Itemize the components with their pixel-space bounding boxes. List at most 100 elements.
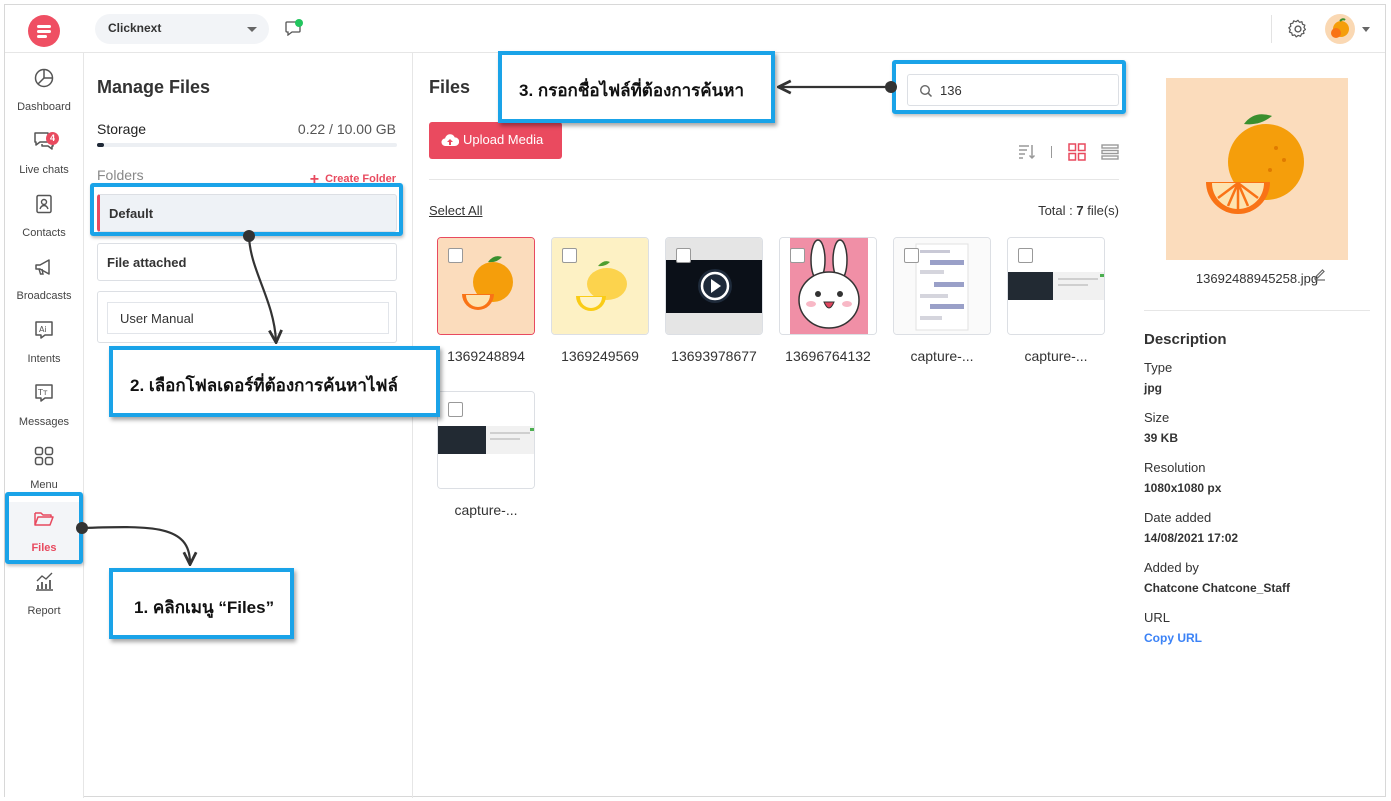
folder-label: User Manual: [107, 302, 389, 334]
chevron-down-icon: [247, 27, 257, 32]
file-tile[interactable]: [437, 391, 535, 489]
divider: [429, 179, 1119, 180]
text-message-icon: Tт: [35, 384, 53, 402]
page-title: Manage Files: [97, 77, 211, 97]
detail-value-resolution: 1080x1080 px: [1144, 481, 1222, 495]
total-count: Total : 7 file(s): [1038, 203, 1119, 218]
detail-value-type: jpg: [1144, 381, 1162, 395]
megaphone-icon: [35, 259, 50, 275]
upload-label: Upload Media: [463, 132, 544, 147]
detail-label-resolution: Resolution: [1144, 460, 1206, 475]
sidebar-item-label: Menu: [30, 479, 58, 491]
workspace-name: Clicknext: [108, 21, 162, 35]
online-status-dot: [295, 19, 303, 27]
file-tile[interactable]: [551, 237, 649, 335]
file-name: 1369249569: [561, 348, 639, 364]
sidebar-item-broadcasts[interactable]: Broadcasts: [5, 250, 83, 310]
chevron-down-icon[interactable]: [1362, 27, 1370, 32]
storage-progress-bar: [97, 143, 397, 147]
detail-value-added-by: Chatcone Chatcone_Staff: [1144, 581, 1291, 595]
divider: [1144, 310, 1370, 311]
files-title: Files: [429, 77, 471, 97]
file-checkbox[interactable]: [790, 248, 805, 263]
sidebar-item-menu[interactable]: Menu: [5, 439, 83, 499]
file-name: capture-...: [454, 502, 518, 518]
file-checkbox[interactable]: [1018, 248, 1033, 263]
sort-icon[interactable]: [1017, 142, 1037, 162]
highlight-files-menu: [5, 492, 83, 564]
pie-chart-icon: [34, 68, 54, 88]
select-all-link[interactable]: Select All: [429, 203, 482, 218]
cloud-upload-icon: [441, 134, 459, 147]
storage-label: Storage: [97, 121, 147, 137]
highlight-default-folder: [90, 183, 403, 236]
sidebar-item-contacts[interactable]: Contacts: [5, 187, 83, 247]
file-checkbox[interactable]: [448, 402, 463, 417]
folder-panel: Manage Files Storage 0.22 / 10.00 GB Fol…: [85, 53, 413, 798]
storage-progress-fill: [97, 143, 104, 147]
file-name: 1369248894: [447, 348, 525, 364]
detail-label-url: URL: [1144, 610, 1171, 625]
files-area: Files 136 Upload Media Select All Total …: [414, 53, 1127, 798]
storage-value: 0.22 / 10.00 GB: [297, 121, 396, 137]
step3-callout: 3. กรอกชื่อไฟล์ที่ต้องการค้นหา: [498, 51, 775, 123]
detail-value-size: 39 KB: [1144, 431, 1179, 445]
bar-chart-icon: [36, 572, 53, 591]
folder-item-file-attached[interactable]: File attached: [97, 243, 397, 281]
detail-value-date-added: 14/08/2021 17:02: [1144, 531, 1239, 545]
orange-preview-image: [1206, 114, 1304, 214]
folder-item-user-manual[interactable]: User Manual: [97, 291, 397, 343]
detail-label-size: Size: [1144, 410, 1170, 425]
file-tile[interactable]: [779, 237, 877, 335]
sidebar-item-live-chats[interactable]: 4 Live chats: [5, 124, 83, 184]
file-name: 13693978677: [671, 348, 757, 364]
step1-callout: 1. คลิกเมนู “Files”: [109, 568, 294, 639]
file-preview: [1166, 78, 1348, 260]
sidebar-item-messages[interactable]: Tт Messages: [5, 376, 83, 436]
file-checkbox[interactable]: [676, 248, 691, 263]
gear-icon[interactable]: [1287, 18, 1309, 40]
sidebar-item-report[interactable]: Report: [5, 565, 83, 625]
sidebar-item-intents[interactable]: Ai Intents: [5, 313, 83, 373]
total-suffix: file(s): [1083, 203, 1119, 218]
file-name: capture-...: [910, 348, 974, 364]
sidebar-item-label: Report: [27, 605, 61, 617]
detail-label-date-added: Date added: [1144, 510, 1212, 525]
description-title: Description: [1144, 331, 1227, 348]
file-checkbox[interactable]: [904, 248, 919, 263]
app-logo-icon[interactable]: [28, 15, 60, 47]
unread-badge: 4: [46, 132, 60, 145]
detail-label-added-by: Added by: [1144, 560, 1199, 575]
sidebar-item-label: Dashboard: [17, 101, 71, 113]
file-name: 13696764132: [785, 348, 871, 364]
grid-view-icon[interactable]: [1067, 142, 1087, 162]
total-number: 7: [1076, 203, 1084, 218]
sidebar-item-label: Intents: [27, 353, 61, 365]
sidebar-item-dashboard[interactable]: Dashboard: [5, 61, 83, 121]
sidebar-item-label: Messages: [18, 416, 70, 428]
svg-text:Ai: Ai: [39, 325, 47, 334]
file-detail-panel: 13692488945258.jpg Description Type jpg …: [1128, 53, 1386, 798]
file-tile[interactable]: [1007, 237, 1105, 335]
folder-label: File attached: [107, 255, 187, 270]
file-checkbox[interactable]: [562, 248, 577, 263]
detail-label-type: Type: [1144, 360, 1173, 375]
file-tile[interactable]: [665, 237, 763, 335]
list-view-icon[interactable]: [1100, 142, 1120, 162]
highlight-search-input: [892, 60, 1126, 114]
file-tile[interactable]: [893, 237, 991, 335]
sidebar-item-label: Broadcasts: [16, 290, 72, 302]
sidebar: Dashboard 4 Live chats Contacts Broadcas…: [5, 53, 84, 798]
ai-icon: Ai: [35, 321, 53, 339]
avatar[interactable]: [1325, 14, 1355, 44]
upload-media-button[interactable]: Upload Media: [429, 122, 562, 159]
top-bar: Clicknext: [5, 5, 1385, 53]
copy-url-link[interactable]: Copy URL: [1144, 631, 1202, 645]
file-tile[interactable]: [437, 237, 535, 335]
file-name: capture-...: [1024, 348, 1088, 364]
workspace-select[interactable]: Clicknext: [95, 14, 269, 44]
pencil-edit-icon[interactable]: [1313, 267, 1327, 281]
file-name-label: 13692488945258.jpg: [1195, 271, 1319, 286]
file-checkbox[interactable]: [448, 248, 463, 263]
folders-label: Folders: [97, 167, 144, 183]
